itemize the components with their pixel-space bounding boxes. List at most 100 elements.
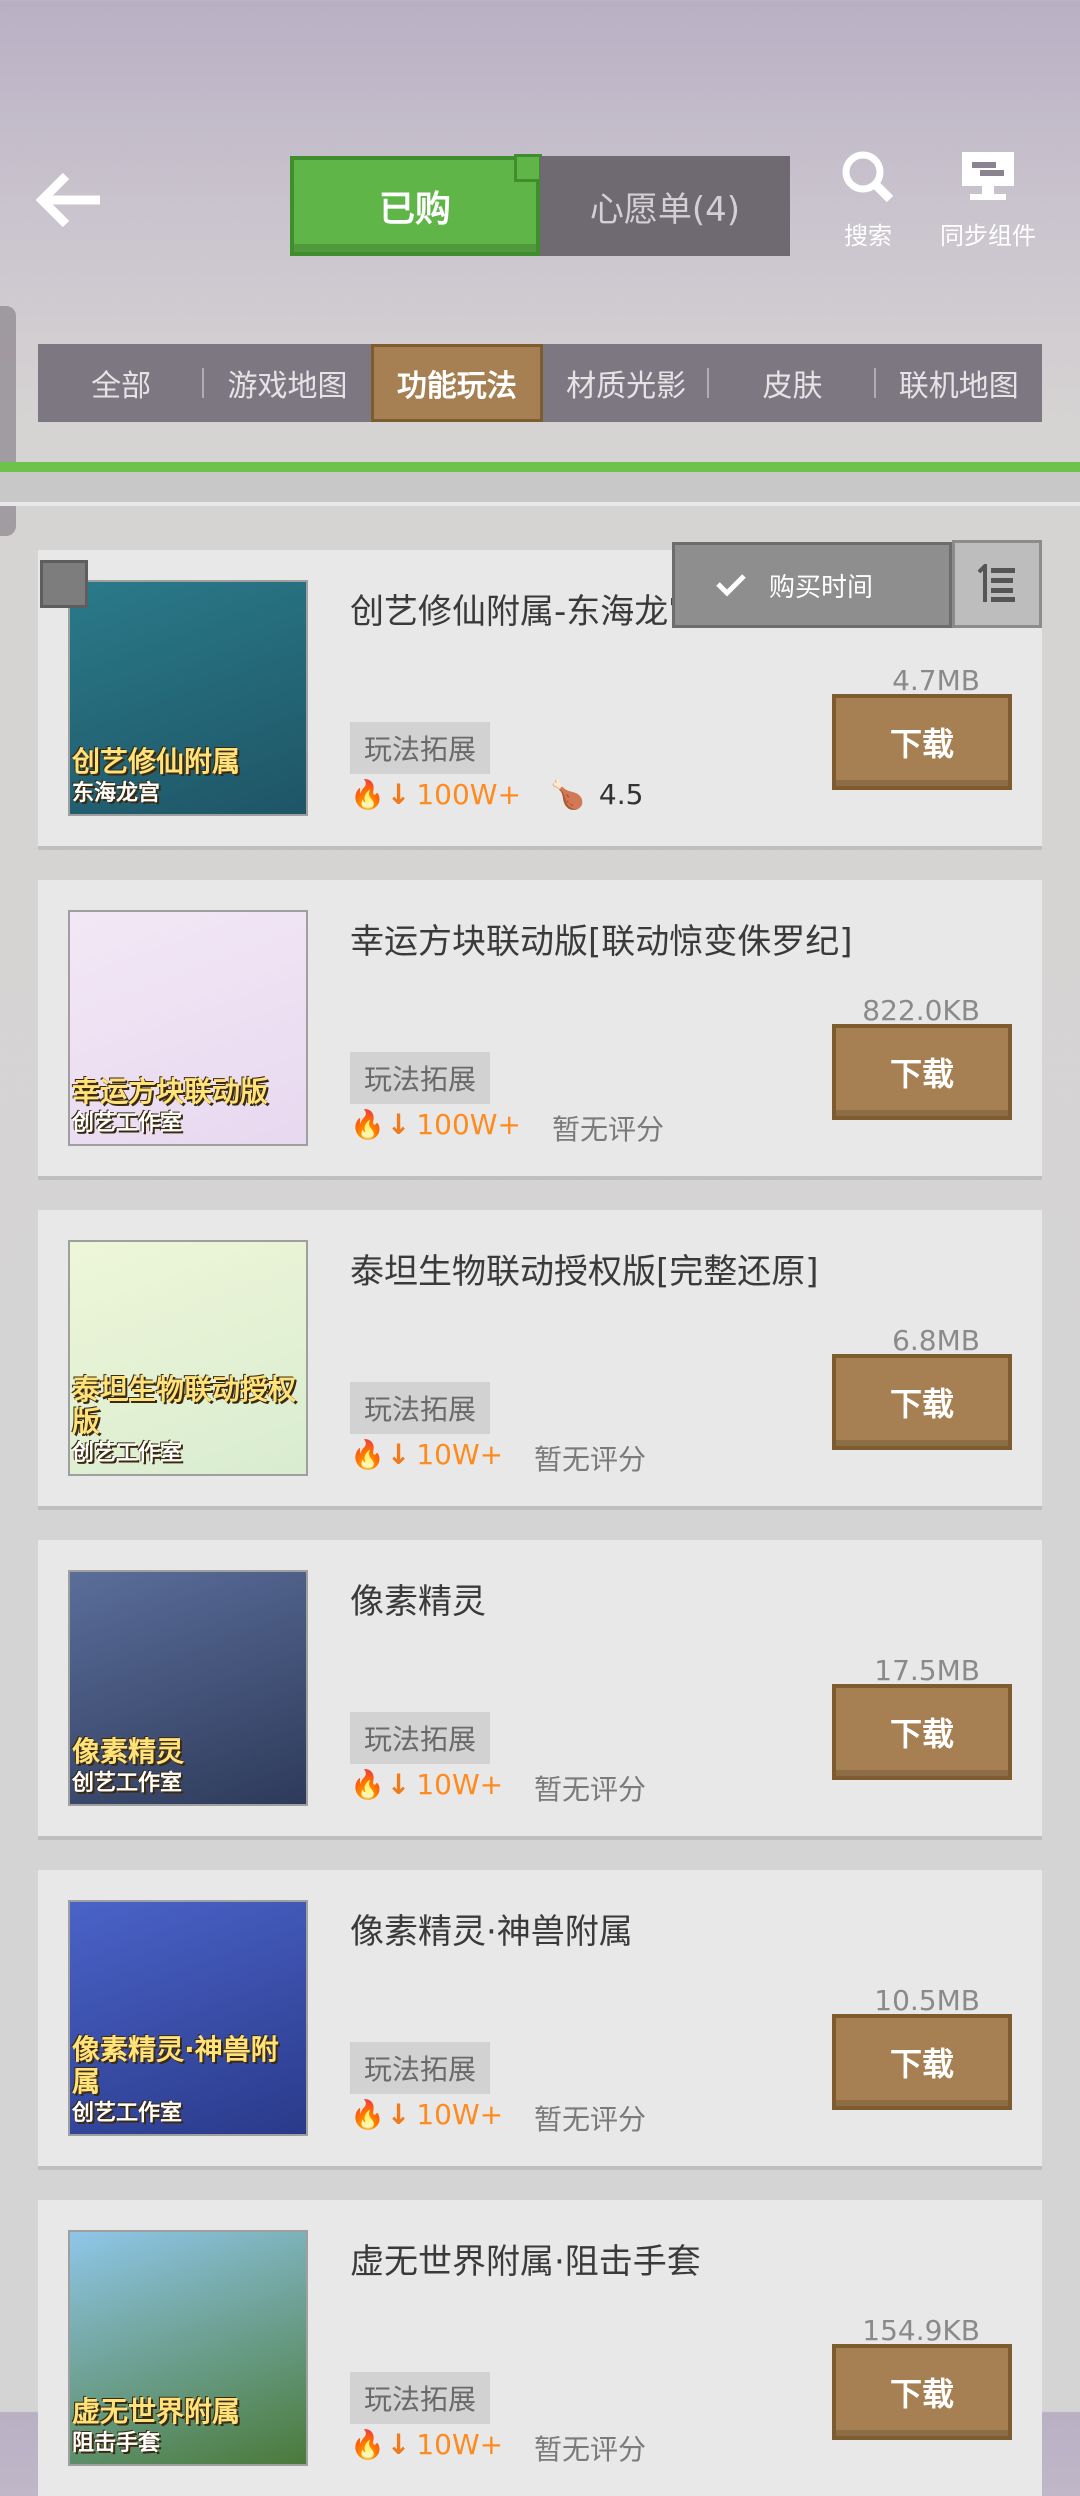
thumbnail-caption-line1: 幸运方块联动版 (72, 1075, 269, 1108)
thumbnail-caption: 泰坦生物联动授权版 创艺工作室 (72, 1374, 306, 1470)
tab-bought[interactable]: 已购 (290, 154, 542, 256)
item-size: 10.5MB (874, 1984, 980, 2017)
checkmark-icon (716, 574, 746, 597)
download-arrow-icon: ↓ (386, 1768, 411, 1801)
download-button[interactable]: 下载 (832, 694, 1012, 790)
sync-label: 同步组件 (940, 222, 1036, 250)
thumbnail-caption-line2: 创艺工作室 (72, 1111, 183, 1136)
thumbnail-caption-line1: 像素精灵·神兽附属 (72, 2033, 279, 2098)
back-button[interactable] (35, 170, 116, 240)
thumbnail-caption: 像素精灵 创艺工作室 (72, 1736, 184, 1800)
thumbnail-caption: 创艺修仙附属 东海龙宫 (72, 746, 240, 810)
search-button[interactable]: 搜索 (838, 148, 898, 251)
list-item[interactable]: 泰坦生物联动授权版 创艺工作室 泰坦生物联动授权版[完整还原] 6.8MB 玩法… (38, 1210, 1042, 1506)
download-button[interactable]: 下载 (832, 2014, 1012, 2110)
sort-dropdown[interactable]: 购买时间 (672, 542, 952, 628)
download-stats: 🔥 ↓ 100W+ (350, 1108, 521, 1141)
download-button[interactable]: 下载 (832, 1354, 1012, 1450)
fire-icon: 🔥 (350, 1768, 385, 1801)
item-size: 154.9KB (862, 2314, 980, 2347)
item-tag: 玩法拓展 (350, 2042, 491, 2094)
category-game-maps[interactable]: 游戏地图 (204, 344, 370, 422)
download-stats: 🔥 ↓ 10W+ (350, 2098, 503, 2131)
tab-bought-label: 已购 (378, 189, 451, 230)
thumbnail-caption-line2: 创艺工作室 (72, 1441, 183, 1466)
download-stats: 🔥 ↓ 10W+ (350, 1768, 503, 1801)
fire-icon: 🔥 (350, 778, 385, 811)
purchase-tabs: 已购 心愿单(4) (290, 154, 790, 256)
search-label: 搜索 (844, 222, 892, 250)
list-item[interactable]: 像素精灵 创艺工作室 像素精灵 17.5MB 玩法拓展 🔥 ↓ 10W+ 暂无评… (38, 1540, 1042, 1836)
item-rating: 🍗 4.5 (550, 778, 643, 811)
download-button[interactable]: 下载 (832, 1684, 1012, 1780)
download-arrow-icon: ↓ (386, 2428, 411, 2461)
select-checkbox[interactable] (40, 560, 88, 608)
sync-components-button[interactable]: 同步组件 (940, 148, 1036, 251)
list-item[interactable]: 幸运方块联动版 创艺工作室 幸运方块联动版[联动惊变侏罗纪] 822.0KB 玩… (38, 880, 1042, 1176)
item-tag: 玩法拓展 (350, 1712, 491, 1764)
category-all[interactable]: 全部 (38, 344, 205, 422)
fire-icon: 🔥 (350, 1438, 385, 1471)
sort-order-button[interactable] (952, 540, 1042, 628)
download-stats: 🔥 ↓ 100W+ (350, 778, 521, 811)
download-stats: 🔥 ↓ 10W+ (350, 1438, 503, 1471)
item-tag: 玩法拓展 (350, 722, 491, 774)
rating-value: 暂无评分 (534, 1773, 647, 1806)
item-title: 泰坦生物联动授权版[完整还原] (350, 1252, 819, 1292)
download-count: 10W+ (416, 2098, 504, 2131)
download-label: 下载 (889, 2375, 954, 2413)
sync-icon (962, 152, 1014, 200)
drumstick-icon: 🍗 (550, 778, 585, 811)
search-icon (842, 151, 894, 203)
category-gameplay[interactable]: 功能玩法 (370, 344, 543, 422)
fire-icon: 🔥 (350, 2428, 385, 2461)
tab-notch (514, 154, 542, 182)
item-title: 像素精灵·神兽附属 (350, 1912, 633, 1952)
divider (0, 462, 1080, 472)
download-arrow-icon: ↓ (386, 778, 411, 811)
thumbnail-caption: 虚无世界附属 阻击手套 (72, 2396, 240, 2460)
item-tag: 玩法拓展 (350, 2372, 491, 2424)
thumbnail-caption-line2: 创艺工作室 (72, 2101, 183, 2126)
item-title: 幸运方块联动版[联动惊变侏罗纪] (350, 922, 853, 962)
item-rating: 暂无评分 (534, 1438, 646, 1478)
item-size: 4.7MB (892, 664, 980, 697)
item-size: 822.0KB (862, 994, 980, 1027)
thumbnail-caption-line1: 创艺修仙附属 (72, 745, 241, 778)
thumbnail-caption-line1: 像素精灵 (72, 1735, 185, 1768)
download-count: 100W+ (416, 1108, 521, 1141)
tab-wishlist[interactable]: 心愿单(4) (540, 156, 790, 256)
download-arrow-icon: ↓ (386, 2098, 411, 2131)
top-bar: 已购 心愿单(4) 搜索 同步组件 (0, 0, 1080, 300)
item-rating: 暂无评分 (534, 2098, 646, 2138)
item-tag: 玩法拓展 (350, 1382, 491, 1434)
category-multiplayer-maps[interactable]: 联机地图 (876, 344, 1042, 422)
list-item[interactable]: 像素精灵·神兽附属 创艺工作室 像素精灵·神兽附属 10.5MB 玩法拓展 🔥 … (38, 1870, 1042, 2166)
category-bar: 全部 游戏地图 功能玩法 材质光影 皮肤 联机地图 (38, 344, 1042, 422)
download-arrow-icon: ↓ (386, 1108, 411, 1141)
list-item[interactable]: 虚无世界附属 阻击手套 虚无世界附属·阻击手套 154.9KB 玩法拓展 🔥 ↓… (38, 2200, 1042, 2496)
item-thumbnail[interactable]: 虚无世界附属 阻击手套 (68, 2230, 308, 2466)
item-rating: 暂无评分 (534, 1768, 646, 1808)
category-skins[interactable]: 皮肤 (709, 344, 876, 422)
category-textures[interactable]: 材质光影 (543, 344, 710, 422)
download-count: 10W+ (416, 1438, 504, 1471)
download-arrow-icon: ↓ (386, 1438, 411, 1471)
item-thumbnail[interactable]: 像素精灵·神兽附属 创艺工作室 (68, 1900, 308, 2136)
download-button[interactable]: 下载 (832, 1024, 1012, 1120)
item-thumbnail[interactable]: 创艺修仙附属 东海龙宫 (68, 580, 308, 816)
download-count: 10W+ (416, 1768, 504, 1801)
download-label: 下载 (889, 1385, 954, 1423)
thumbnail-caption-line1: 泰坦生物联动授权版 (72, 1373, 297, 1438)
item-thumbnail[interactable]: 幸运方块联动版 创艺工作室 (68, 910, 308, 1146)
sort-icon (977, 564, 1015, 602)
download-button[interactable]: 下载 (832, 2344, 1012, 2440)
item-thumbnail[interactable]: 泰坦生物联动授权版 创艺工作室 (68, 1240, 308, 1476)
tab-wishlist-label: 心愿单(4) (589, 189, 741, 230)
download-label: 下载 (889, 725, 954, 763)
download-count: 10W+ (416, 2428, 504, 2461)
thumbnail-caption: 幸运方块联动版 创艺工作室 (72, 1076, 268, 1140)
fire-icon: 🔥 (350, 2098, 385, 2131)
item-thumbnail[interactable]: 像素精灵 创艺工作室 (68, 1570, 308, 1806)
rating-value: 暂无评分 (552, 1113, 665, 1146)
